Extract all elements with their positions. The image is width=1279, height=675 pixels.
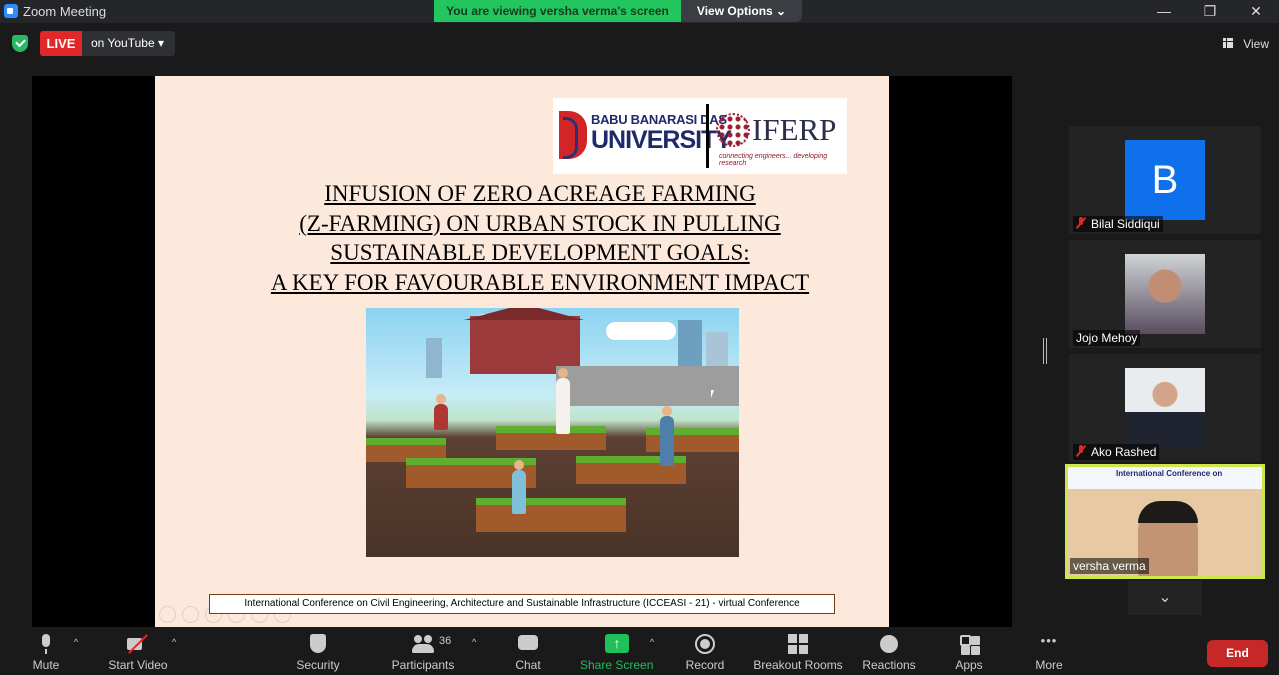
apps-icon [958, 633, 980, 655]
iferp-tagline: connecting engineers... developing resea… [719, 153, 828, 167]
restore-button[interactable]: ❐ [1187, 0, 1233, 23]
slide-footer: International Conference on Civil Engine… [209, 594, 835, 614]
slide-title: INFUSION OF ZERO ACREAGE FARMING (Z-FARM… [185, 179, 895, 297]
more-label: More [1035, 658, 1063, 672]
apps-button[interactable]: Apps [950, 627, 988, 675]
more-dots-icon [1038, 633, 1060, 655]
urban-farming-illustration [366, 308, 739, 557]
mouse-cursor-icon [711, 390, 714, 398]
audio-options-caret[interactable]: ^ [74, 637, 78, 647]
chat-button[interactable]: Chat [510, 627, 546, 675]
microphone-icon [35, 633, 57, 655]
title-bar: Zoom Meeting You are viewing versha verm… [0, 0, 1279, 23]
iferp-logo-text: IFERP [752, 112, 837, 147]
participant-tile[interactable]: Ako Rashed [1069, 354, 1261, 462]
participant-count: 36 [439, 635, 452, 647]
view-options-button[interactable]: View Options ⌄ [681, 0, 802, 22]
active-speaker-tile[interactable]: International Conference on versha verma [1065, 464, 1265, 579]
slide-title-line-2: (Z-FARMING) ON URBAN STOCK IN PULLING [299, 210, 781, 236]
bbd-logo-line2: UNIVERSITY [591, 126, 732, 154]
participant-tile[interactable]: B Bilal Siddiqui [1069, 126, 1261, 234]
participant-name: versha verma [1070, 558, 1149, 574]
logo-divider [706, 104, 709, 168]
start-video-button[interactable]: Start Video [106, 627, 170, 675]
share-screen-button[interactable]: Share Screen [580, 627, 654, 675]
prev-slide-icon[interactable] [159, 606, 176, 623]
start-video-label: Start Video [108, 658, 168, 672]
end-meeting-button[interactable]: End [1207, 640, 1268, 667]
bbd-logo-icon [559, 111, 587, 159]
breakout-rooms-button[interactable]: Breakout Rooms [752, 627, 844, 675]
participant-name: Bilal Siddiqui [1073, 216, 1163, 232]
meeting-toolbar: Mute ^ Start Video ^ Security Participan… [0, 627, 1279, 675]
reactions-button[interactable]: Reactions [860, 627, 918, 675]
participant-video [1125, 368, 1205, 448]
avatar: B [1125, 140, 1205, 220]
participant-name-text: Bilal Siddiqui [1091, 217, 1160, 231]
share-screen-label: Share Screen [580, 658, 654, 672]
zoom-app-icon [4, 4, 18, 18]
virtual-background-banner: International Conference on [1116, 469, 1223, 478]
chat-bubble-icon [517, 633, 539, 655]
muted-mic-icon [1076, 217, 1086, 229]
minimize-button[interactable]: — [1141, 0, 1187, 23]
close-button[interactable]: ✕ [1233, 0, 1279, 23]
participant-name-text: Ako Rashed [1091, 445, 1157, 459]
participant-tile[interactable]: Jojo Mehoy [1069, 240, 1261, 348]
live-badge[interactable]: LIVE [40, 31, 82, 56]
participants-icon [412, 633, 434, 655]
apps-label: Apps [955, 658, 983, 672]
panel-resize-handle[interactable] [1043, 338, 1047, 364]
slide-title-line-1: INFUSION OF ZERO ACREAGE FARMING [324, 181, 756, 206]
scroll-down-chevron-icon[interactable]: ⌄ [1128, 581, 1202, 615]
iferp-logo-icon [716, 113, 750, 147]
video-options-caret[interactable]: ^ [172, 637, 176, 647]
mute-label: Mute [32, 658, 60, 672]
meeting-top-bar: LIVE on YouTube ▾ View [0, 23, 1279, 65]
window-title: Zoom Meeting [23, 4, 107, 19]
breakout-rooms-icon [787, 633, 809, 655]
share-screen-icon [605, 633, 629, 655]
share-options-caret[interactable]: ^ [650, 637, 654, 647]
participant-name: Ako Rashed [1073, 444, 1160, 460]
record-icon [694, 633, 716, 655]
security-shield-icon [307, 633, 329, 655]
slide-title-line-3: SUSTAINABLE DEVELOPMENT GOALS: [330, 240, 750, 265]
record-button[interactable]: Record [684, 627, 726, 675]
encryption-shield-icon[interactable] [12, 35, 28, 52]
view-button[interactable]: View [1219, 33, 1269, 55]
viewing-prefix: You are viewing [446, 4, 540, 18]
chat-label: Chat [515, 658, 541, 672]
next-slide-icon[interactable] [182, 606, 199, 623]
slide-title-line-4: A KEY FOR FAVOURABLE ENVIRONMENT IMPACT [270, 269, 810, 295]
reactions-smiley-icon [878, 633, 900, 655]
breakout-rooms-label: Breakout Rooms [753, 658, 843, 672]
security-label: Security [296, 658, 340, 672]
live-destination-dropdown[interactable]: on YouTube ▾ [82, 31, 175, 56]
mute-button[interactable]: Mute [26, 627, 66, 675]
participants-options-caret[interactable]: ^ [472, 637, 476, 647]
participants-label: Participants [391, 658, 455, 672]
shared-screen: BABU BANARASI DAS UNIVERSITY IFERP conne… [32, 76, 1012, 627]
presentation-slide: BABU BANARASI DAS UNIVERSITY IFERP conne… [155, 76, 889, 627]
record-label: Record [685, 658, 725, 672]
muted-mic-icon [1076, 445, 1086, 457]
participant-name: Jojo Mehoy [1073, 330, 1141, 346]
more-button[interactable]: More [1032, 627, 1066, 675]
video-off-icon [127, 633, 149, 655]
viewing-name: versha verma's screen [539, 4, 669, 18]
security-button[interactable]: Security [292, 627, 344, 675]
viewing-banner: You are viewing versha verma's screen [434, 0, 681, 22]
participant-video [1125, 254, 1205, 334]
logos-banner: BABU BANARASI DAS UNIVERSITY IFERP conne… [553, 98, 847, 174]
reactions-label: Reactions [862, 658, 916, 672]
